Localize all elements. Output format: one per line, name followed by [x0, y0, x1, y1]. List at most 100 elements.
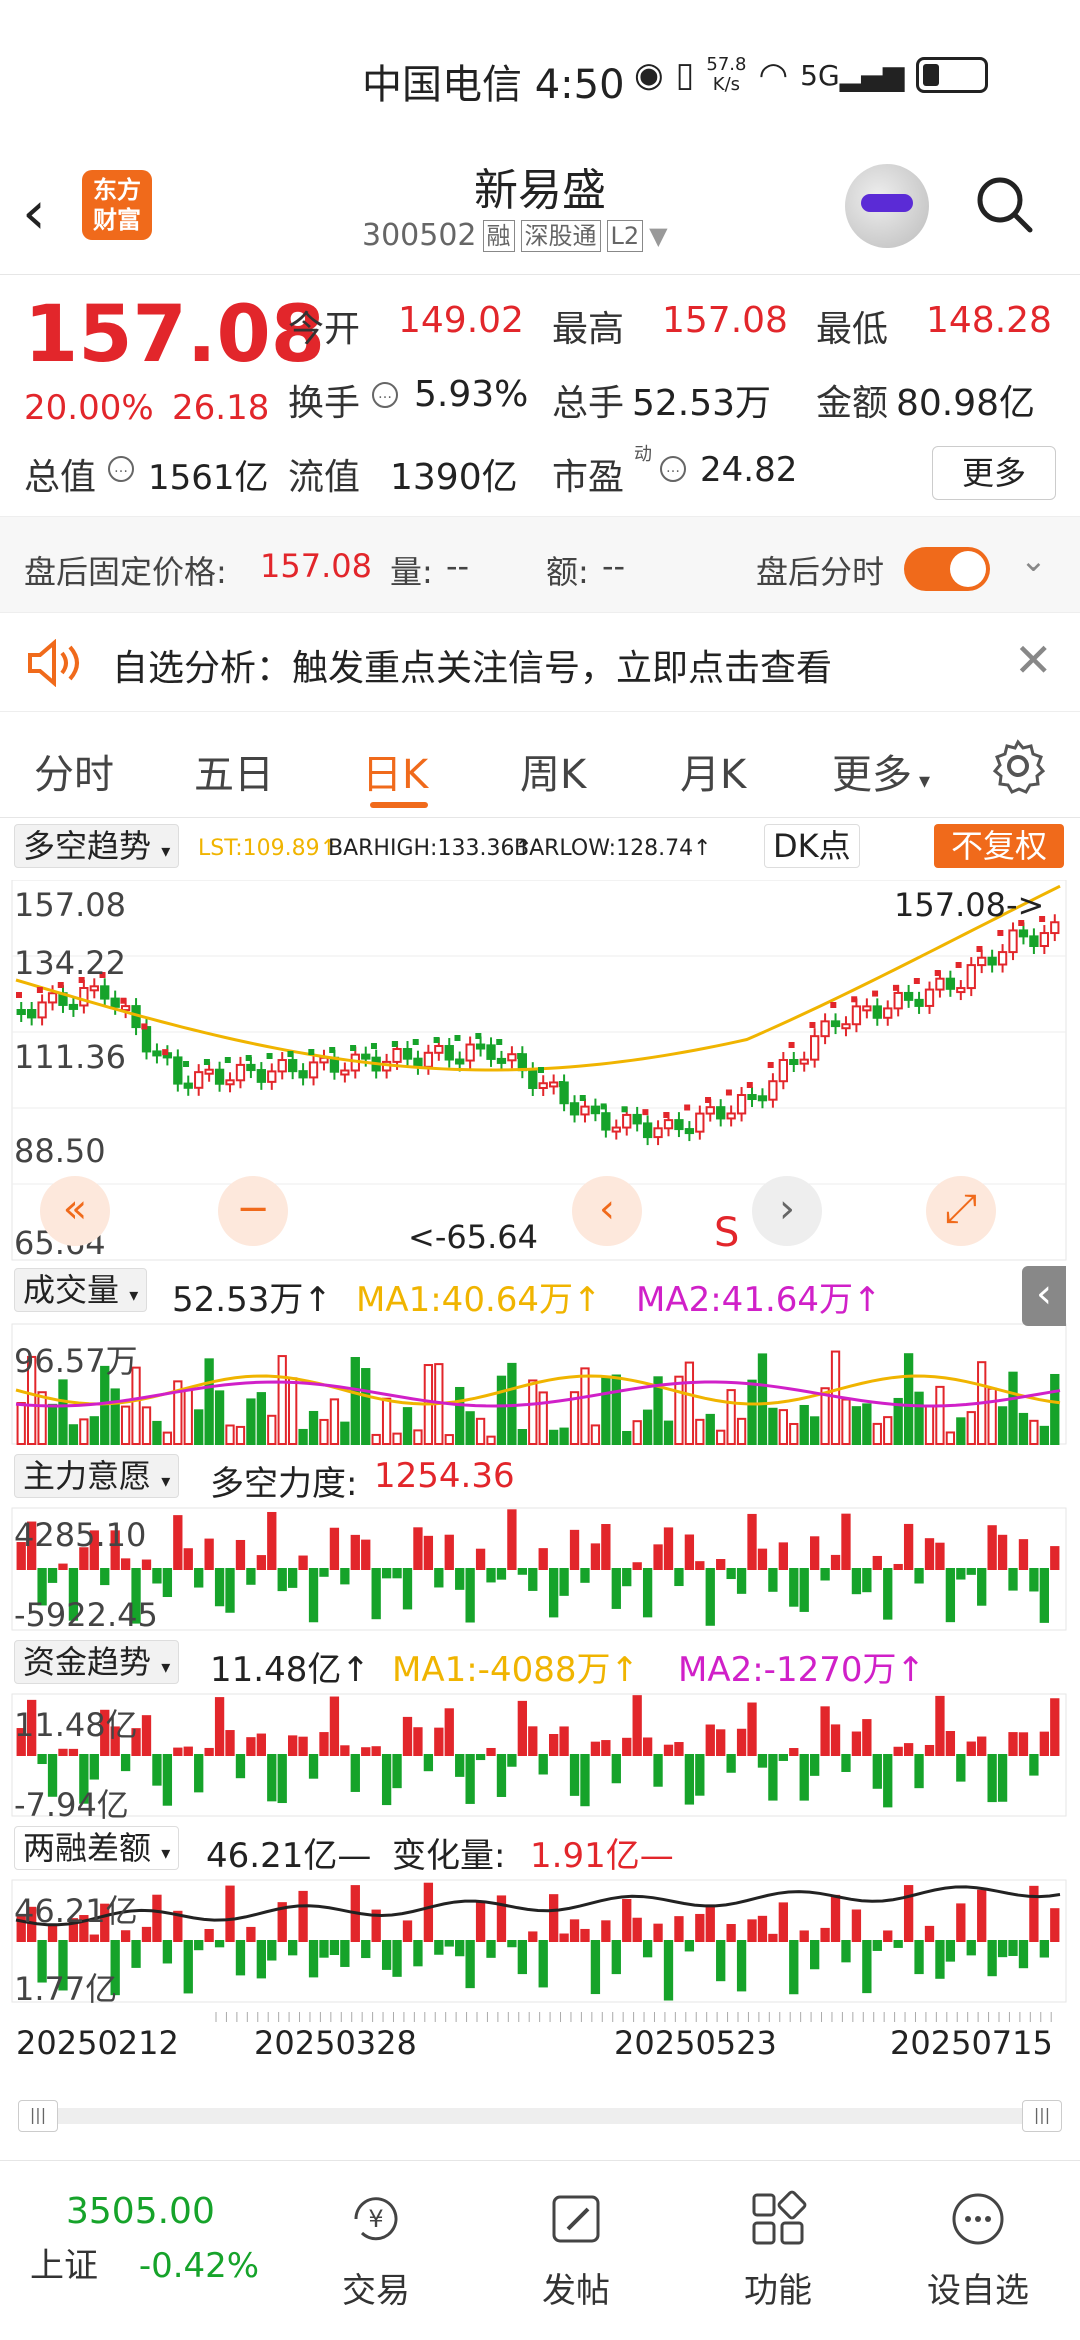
indicator-bar [559, 1726, 569, 1756]
more-button[interactable]: 更多 [932, 446, 1056, 500]
connect-tag: 深股通 [520, 219, 601, 252]
robot-avatar[interactable] [845, 164, 929, 248]
after-hours-toggle[interactable] [904, 547, 990, 591]
indicator-bar [496, 1375, 507, 1445]
dk-dot [684, 1104, 691, 1111]
force-indicator-select[interactable]: 主力意愿 ▾ [14, 1454, 180, 1498]
indicator-bar [695, 1754, 705, 1796]
turnover-value: 5.93% [414, 374, 529, 415]
scroll-handle-left[interactable]: ||| [18, 2100, 58, 2132]
indicator-bar [381, 1940, 392, 1970]
tab-timeshare[interactable]: 分时 [34, 742, 114, 800]
indicator-bar [298, 1736, 308, 1757]
indicator-bar [789, 1568, 799, 1607]
trend-indicator-select[interactable]: 多空趋势 ▾ [14, 824, 180, 868]
chart-scrollbar[interactable]: ||| ||| [18, 2100, 1062, 2132]
indicator-bar [288, 1568, 298, 1588]
dk-dot [872, 990, 879, 997]
indicator-bar [413, 1527, 423, 1571]
indicator-bar [642, 1568, 653, 1618]
alert-banner[interactable]: 自选分析：触发重点关注信号，立即点击查看 ✕ [0, 612, 1080, 712]
indicator-bar [58, 1748, 68, 1756]
dk-dot [308, 1049, 315, 1055]
edit-icon [552, 2195, 600, 2243]
volume-select[interactable]: 成交量 ▾ [14, 1268, 148, 1312]
indicator-bar [883, 1930, 893, 1943]
indicator-bar [924, 1405, 935, 1446]
candle-body [423, 1051, 434, 1068]
candle-body [705, 1106, 715, 1115]
chevron-left-icon[interactable]: ‹ [572, 1176, 642, 1246]
indicator-bar [716, 1940, 726, 1982]
indicator-bar [642, 1409, 653, 1446]
after-vol-label: 量: [390, 553, 433, 591]
fund-indicator-select[interactable]: 资金趋势 ▾ [14, 1640, 180, 1684]
gear-icon[interactable] [990, 738, 1046, 794]
dk-point-button[interactable]: DK点 [764, 824, 860, 868]
price-pct: 20.00% [24, 388, 154, 428]
indicator-bar [893, 1940, 903, 1948]
candle-body [569, 1102, 580, 1116]
close-icon[interactable]: ✕ [1014, 633, 1053, 687]
indicator-bar [183, 1746, 193, 1756]
zoom-out-icon[interactable]: − [218, 1176, 288, 1246]
candle-body [935, 977, 945, 991]
kline-chart-area[interactable]: 多空趋势 ▾ LST:109.89↑ BARHIGH:133.36↑ BARLO… [0, 820, 1080, 2120]
indicator-bar [841, 1940, 851, 1963]
collapse-panel-icon[interactable]: ‹ [1022, 1266, 1066, 1326]
function-button[interactable]: 功能 [708, 2187, 848, 2312]
scroll-handle-right[interactable]: ||| [1022, 2100, 1062, 2132]
margin-tag: 融 [482, 219, 515, 252]
tab-more[interactable]: 更多 ▾ [832, 742, 930, 800]
indicator-bar [653, 1923, 663, 1943]
dk-dot [203, 1059, 210, 1065]
info-icon[interactable]: … [660, 456, 686, 482]
double-left-icon[interactable]: « [40, 1176, 110, 1246]
net-speed: 57.8 K/s [706, 54, 747, 95]
add-watchlist-button[interactable]: 设自选 [908, 2187, 1048, 2312]
indicator-bar [392, 1940, 402, 1977]
chevron-right-icon[interactable]: › [752, 1176, 822, 1246]
indicator-bar [308, 1568, 319, 1623]
tab-daily-k[interactable]: 日K [362, 742, 428, 800]
candle-body [945, 977, 956, 990]
date-label: 20250212 [16, 2024, 179, 2062]
chevron-down-icon[interactable]: ⌄ [1020, 541, 1047, 579]
indicator-bar [830, 1894, 841, 1943]
info-icon[interactable]: … [108, 456, 134, 482]
indicator-bar [622, 1737, 632, 1756]
indicator-bar [966, 1411, 976, 1445]
indicator-bar [977, 1889, 987, 1942]
indicator-bar [162, 1431, 173, 1446]
no-adjust-button[interactable]: 不复权 [934, 824, 1064, 868]
tab-weekly-k[interactable]: 周K [520, 742, 586, 800]
dk-dot [892, 984, 899, 991]
stock-code-row[interactable]: 300502 融 深股通 L2 ▼ [362, 218, 668, 253]
dk-dot [162, 1049, 169, 1056]
margin-indicator-select[interactable]: 两融差额 ▾ [14, 1826, 180, 1870]
eye-icon: ◉ [634, 55, 664, 95]
indicator-bar [893, 1746, 903, 1757]
indicator-bar [903, 1353, 914, 1445]
tab-five-day[interactable]: 五日 [194, 742, 274, 800]
after-price-label: 盘后固定价格: [24, 553, 227, 591]
indicator-bar [580, 1928, 590, 1943]
trade-button[interactable]: ¥ 交易 [306, 2187, 446, 2312]
tab-monthly-k[interactable]: 月K [680, 742, 746, 800]
indicator-bar [1018, 1412, 1029, 1446]
barlow-value: BARLOW:128.74↑ [514, 836, 712, 861]
expand-icon[interactable]: ⤢ [926, 1176, 996, 1246]
indicator-bar [778, 1754, 788, 1761]
indicator-bar [1018, 1539, 1029, 1570]
index-ticker[interactable]: 3505.00 上证 -0.42% [30, 2191, 290, 2287]
indicator-bar [611, 1568, 621, 1609]
indicator-bar [569, 1754, 580, 1796]
indicator-bar [246, 1737, 256, 1756]
indicator-bar [120, 1405, 131, 1446]
dk-dot [475, 1033, 482, 1039]
candle-body [89, 985, 99, 992]
post-button[interactable]: 发帖 [506, 2187, 646, 2312]
info-icon[interactable]: … [372, 382, 398, 408]
search-icon[interactable] [974, 174, 1034, 234]
indicator-bar [141, 1559, 152, 1571]
